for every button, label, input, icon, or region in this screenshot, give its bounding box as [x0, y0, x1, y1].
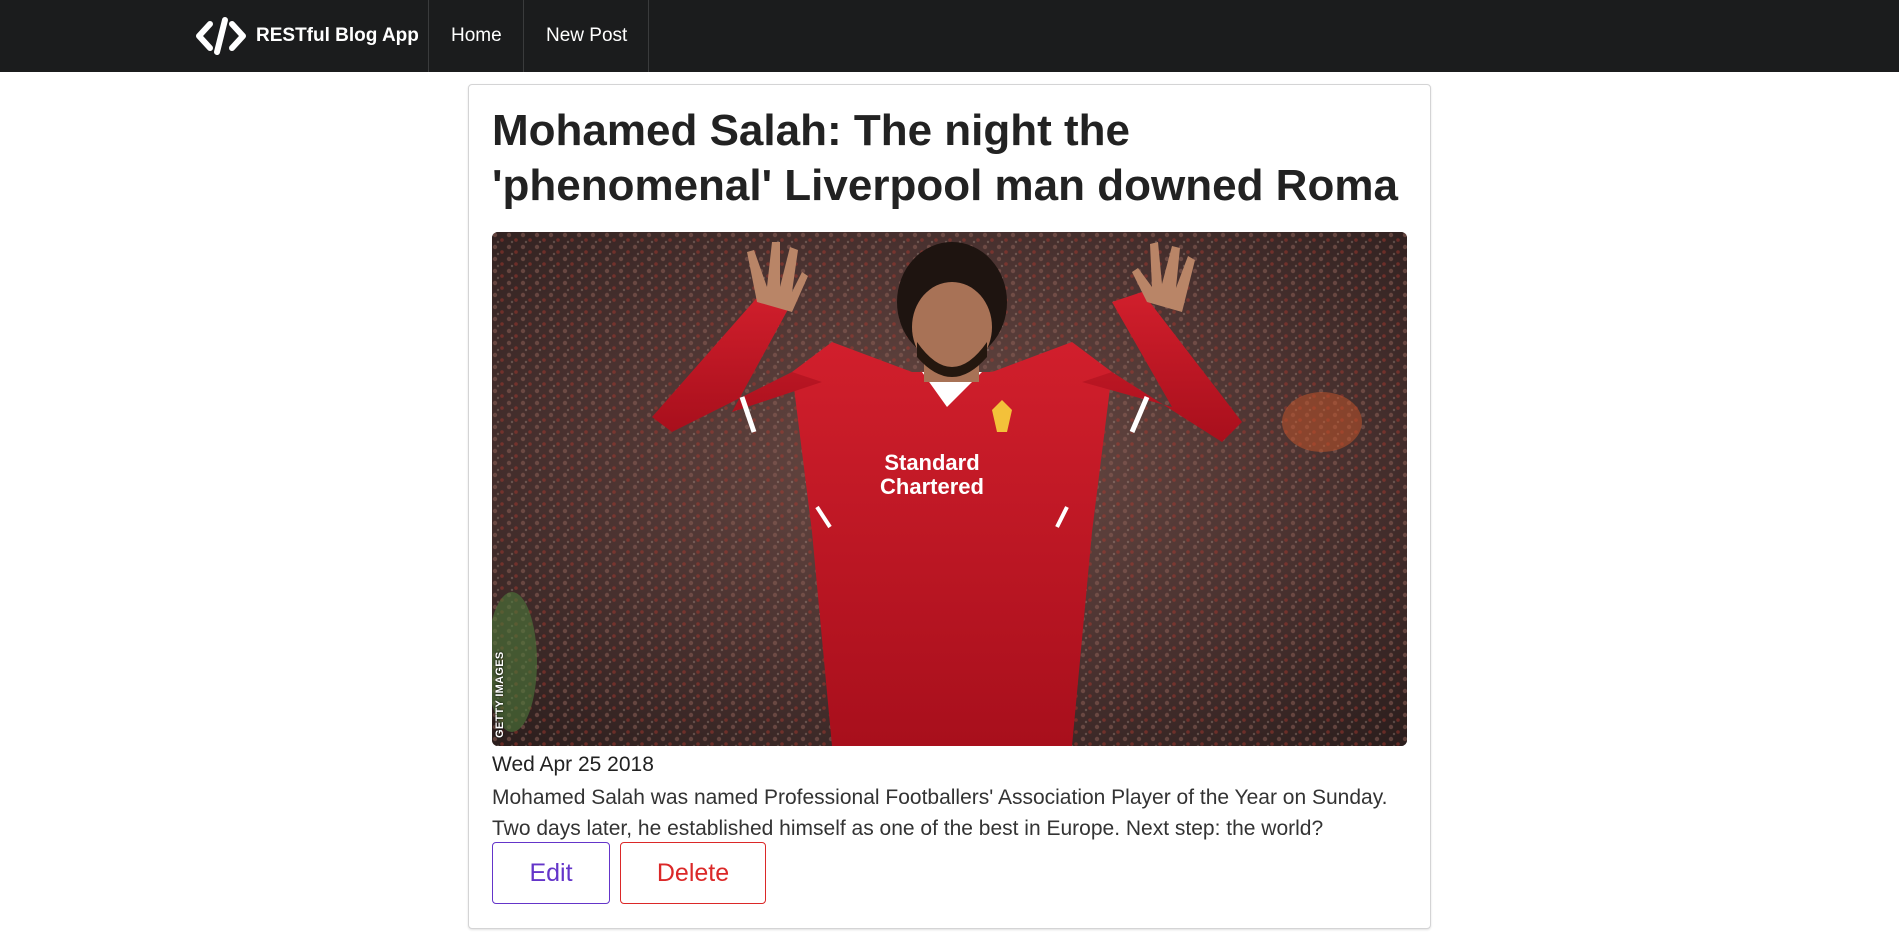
brand[interactable]: RESTful Blog App: [196, 0, 439, 72]
post-image: Standard Chartered GETTY IMAGES: [492, 232, 1407, 746]
shirt-sponsor-line1: Standard: [884, 450, 979, 475]
top-navbar: RESTful Blog App Home New Post: [0, 0, 1899, 72]
nav-divider: [523, 0, 524, 72]
nav-item-new-post[interactable]: New Post: [546, 0, 627, 72]
post-body: Mohamed Salah was named Professional Foo…: [492, 786, 1388, 840]
nav-divider: [428, 0, 429, 72]
code-icon: [196, 16, 246, 56]
post-date: Wed Apr 25 2018: [492, 753, 654, 776]
image-watermark: GETTY IMAGES: [494, 651, 506, 738]
nav-divider: [648, 0, 649, 72]
post-card: Mohamed Salah: The night the 'phenomenal…: [468, 84, 1431, 929]
brand-name: RESTful Blog App: [256, 25, 419, 46]
shirt-sponsor-line2: Chartered: [880, 474, 984, 499]
nav-item-home[interactable]: Home: [451, 0, 502, 72]
delete-button[interactable]: Delete: [620, 842, 766, 904]
edit-button[interactable]: Edit: [492, 842, 610, 904]
post-title: Mohamed Salah: The night the 'phenomenal…: [492, 106, 1398, 210]
